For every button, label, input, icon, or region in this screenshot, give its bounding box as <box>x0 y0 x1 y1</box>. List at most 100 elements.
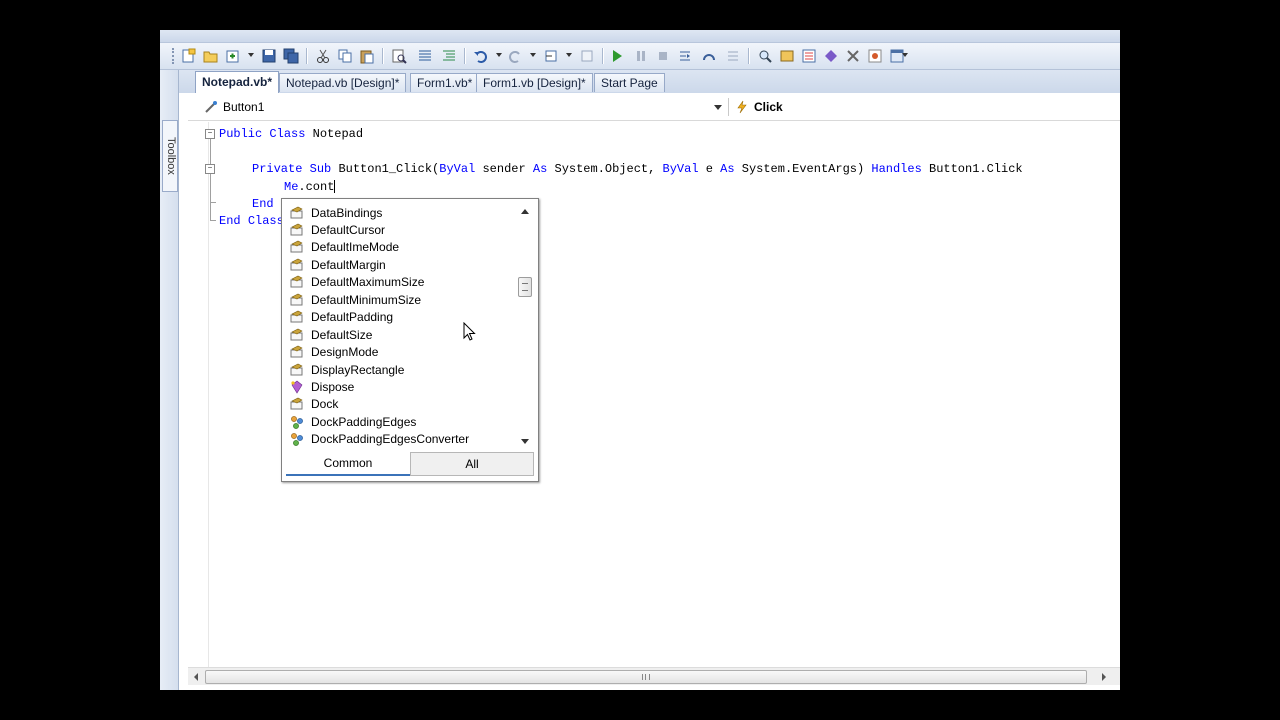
code-line-4[interactable]: End <box>252 196 274 212</box>
paste-icon[interactable] <box>358 47 376 65</box>
toolbox-icon[interactable] <box>844 47 862 65</box>
tab-form1-vb-design[interactable]: Form1.vb [Design]* <box>476 73 593 92</box>
tab-form1-vb[interactable]: Form1.vb* <box>410 73 480 92</box>
save-icon[interactable] <box>260 47 278 65</box>
code-keyword: ByVal <box>439 162 476 176</box>
method-name-combo[interactable]: Click <box>728 98 1120 116</box>
scroll-up-icon[interactable] <box>521 209 529 214</box>
break-all-icon[interactable] <box>632 47 650 65</box>
add-item-icon[interactable] <box>224 47 242 65</box>
find-icon[interactable] <box>390 47 408 65</box>
class-name-combo[interactable]: Button1 <box>204 98 722 116</box>
class-icon <box>289 431 305 447</box>
solution-explorer-icon[interactable] <box>778 47 796 65</box>
completion-item[interactable]: DefaultMinimumSize <box>286 291 512 308</box>
navigate-forward-icon[interactable] <box>578 47 596 65</box>
toolbar-grip[interactable] <box>172 48 177 64</box>
vertical-scroll-thumb[interactable] <box>518 277 532 297</box>
tab-all[interactable]: All <box>410 452 534 476</box>
tab-notepad-vb[interactable]: Notepad.vb* <box>195 71 280 93</box>
uncomment-icon[interactable] <box>440 47 458 65</box>
document-tab-strip: Notepad.vb* Notepad.vb [Design]* Form1.v… <box>179 70 1120 95</box>
control-icon <box>204 100 218 114</box>
scroll-right-icon[interactable] <box>1102 673 1106 681</box>
scroll-left-icon[interactable] <box>194 673 198 681</box>
completion-list[interactable]: DataBindings DefaultCursor DefaultImeMode D… <box>286 203 512 448</box>
completion-item[interactable]: DefaultMargin <box>286 256 512 273</box>
tab-common[interactable]: Common <box>286 452 410 476</box>
properties-window-icon[interactable] <box>800 47 818 65</box>
code-keyword: Class <box>269 127 306 141</box>
completion-item-label: DefaultImeMode <box>311 240 400 255</box>
code-line-5[interactable]: End Class <box>219 213 284 229</box>
completion-item[interactable]: Dispose <box>286 379 512 396</box>
toolbar-options-dropdown-icon[interactable] <box>902 53 908 57</box>
toolbox-tab[interactable]: Toolbox <box>162 120 178 192</box>
completion-item[interactable]: DockPaddingEdgesConverter <box>286 431 512 448</box>
navigate-dropdown-icon[interactable] <box>566 53 572 57</box>
class-combo-dropdown-icon[interactable] <box>714 105 722 110</box>
editor-margin <box>208 122 209 669</box>
completion-item-label: DisplayRectangle <box>311 362 405 377</box>
scroll-down-icon[interactable] <box>521 439 529 444</box>
find-in-files-icon[interactable] <box>756 47 774 65</box>
completion-item-label: DataBindings <box>311 205 383 220</box>
property-icon <box>289 274 305 290</box>
completion-item[interactable]: DisplayRectangle <box>286 361 512 378</box>
code-line-1[interactable]: Public Class Notepad <box>219 126 363 142</box>
horizontal-scroll-thumb[interactable] <box>205 670 1087 684</box>
code-keyword: End <box>219 214 241 228</box>
redo-icon[interactable] <box>506 47 524 65</box>
completion-item[interactable]: DefaultPadding <box>286 309 512 326</box>
save-all-icon[interactable] <box>282 47 300 65</box>
step-over-icon[interactable] <box>700 47 718 65</box>
object-browser-icon[interactable] <box>822 47 840 65</box>
start-debugging-icon[interactable] <box>608 47 626 65</box>
completion-list-scrollbar[interactable] <box>516 203 534 448</box>
toolbar-separator <box>602 48 604 64</box>
undo-icon[interactable] <box>472 47 490 65</box>
horizontal-scrollbar[interactable] <box>188 667 1120 685</box>
code-keyword: Handles <box>871 162 922 176</box>
open-file-icon[interactable] <box>202 47 220 65</box>
class-view-icon[interactable] <box>866 47 884 65</box>
tab-notepad-vb-design[interactable]: Notepad.vb [Design]* <box>279 73 407 92</box>
code-keyword: As <box>720 162 735 176</box>
step-into-icon[interactable] <box>676 47 694 65</box>
completion-item[interactable]: DefaultMaximumSize <box>286 274 512 291</box>
completion-item[interactable]: DesignMode <box>286 344 512 361</box>
property-icon <box>289 239 305 255</box>
redo-dropdown-icon[interactable] <box>530 53 536 57</box>
completion-item[interactable]: DefaultSize <box>286 326 512 343</box>
property-icon <box>289 222 305 238</box>
completion-item[interactable]: DefaultCursor <box>286 221 512 238</box>
code-identifier: Button1.Click <box>921 162 1023 176</box>
completion-item[interactable]: DataBindings <box>286 204 512 221</box>
undo-dropdown-icon[interactable] <box>496 53 502 57</box>
method-icon <box>289 379 305 395</box>
completion-item-label: DockPaddingEdges <box>311 414 417 429</box>
stop-debugging-icon[interactable] <box>654 47 672 65</box>
completion-item[interactable]: DefaultImeMode <box>286 239 512 256</box>
completion-item[interactable]: Dock <box>286 396 512 413</box>
collapse-class-icon[interactable]: − <box>205 129 215 139</box>
completion-item[interactable]: DockPaddingEdges <box>286 413 512 430</box>
new-project-icon[interactable] <box>180 47 198 65</box>
code-line-2[interactable]: Private Sub Button1_Click(ByVal sender A… <box>252 161 1023 177</box>
completion-item-label: DefaultSize <box>311 327 373 342</box>
property-icon <box>289 327 305 343</box>
code-identifier: .cont <box>298 180 335 194</box>
collapse-sub-icon[interactable]: − <box>205 164 215 174</box>
navigate-backward-icon[interactable] <box>542 47 560 65</box>
navigation-bar: Button1 Click <box>188 95 1120 121</box>
step-out-icon[interactable] <box>724 47 742 65</box>
code-keyword: ByVal <box>662 162 699 176</box>
cut-icon[interactable] <box>314 47 332 65</box>
completion-item-label: DefaultCursor <box>311 222 386 237</box>
completion-item-label: DesignMode <box>311 345 379 360</box>
tab-start-page[interactable]: Start Page <box>594 73 665 92</box>
add-item-dropdown-icon[interactable] <box>248 53 254 57</box>
code-line-3[interactable]: Me.cont <box>284 179 336 195</box>
comment-icon[interactable] <box>416 47 434 65</box>
copy-icon[interactable] <box>336 47 354 65</box>
